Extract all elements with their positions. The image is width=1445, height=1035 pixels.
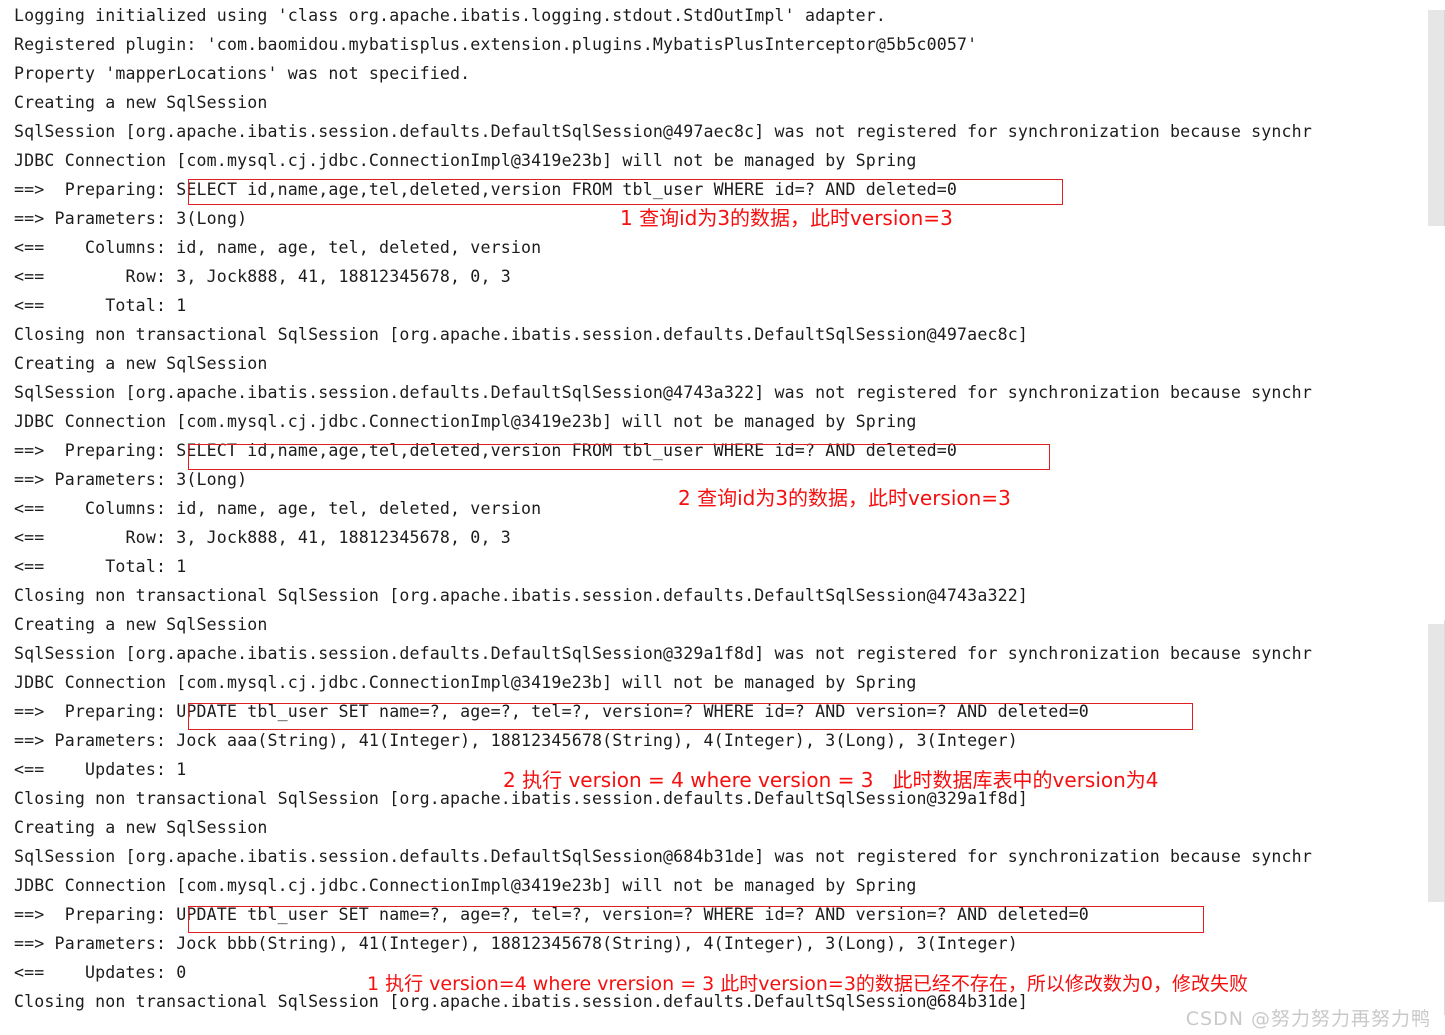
annotation-update-1: 2 执行 version = 4 where version = 3 此时数据库…: [503, 768, 1159, 792]
log-line: Logging initialized using 'class org.apa…: [14, 6, 887, 25]
log-line: <== Columns: id, name, age, tel, deleted…: [14, 238, 542, 257]
annotation-update-2: 1 执行 version=4 where vrersion = 3 此时vers…: [367, 973, 1248, 995]
vertical-scrollbar-thumb-upper[interactable]: [1428, 10, 1445, 226]
log-line: SqlSession [org.apache.ibatis.session.de…: [14, 383, 1312, 402]
log-line: SqlSession [org.apache.ibatis.session.de…: [14, 122, 1312, 141]
console-log-panel: Logging initialized using 'class org.apa…: [0, 0, 1445, 1035]
log-line: JDBC Connection [com.mysql.cj.jdbc.Conne…: [14, 151, 917, 170]
log-line: <== Total: 1: [14, 557, 187, 576]
log-line: Closing non transactional SqlSession [or…: [14, 586, 1029, 605]
log-line-sql: ==> Preparing: UPDATE tbl_user SET name=…: [14, 905, 1089, 924]
annotation-select-2: 2 查询id为3的数据，此时version=3: [678, 486, 1011, 510]
log-line-sql: ==> Preparing: UPDATE tbl_user SET name=…: [14, 702, 1089, 721]
log-line: Property 'mapperLocations' was not speci…: [14, 64, 471, 83]
log-line: SqlSession [org.apache.ibatis.session.de…: [14, 644, 1312, 663]
log-line: ==> Parameters: 3(Long): [14, 209, 248, 228]
vertical-scrollbar-track[interactable]: [1428, 0, 1445, 1035]
log-line: JDBC Connection [com.mysql.cj.jdbc.Conne…: [14, 673, 917, 692]
log-line: ==> Parameters: Jock aaa(String), 41(Int…: [14, 731, 1018, 750]
log-output-area: Logging initialized using 'class org.apa…: [0, 0, 1445, 1035]
log-line: Registered plugin: 'com.baomidou.mybatis…: [14, 35, 978, 54]
log-line: <== Updates: 0: [14, 963, 187, 982]
csdn-watermark: CSDN @努力努力再努力鸭: [1185, 1008, 1431, 1030]
log-line: Creating a new SqlSession: [14, 615, 268, 634]
log-line-sql: ==> Preparing: SELECT id,name,age,tel,de…: [14, 441, 958, 460]
log-line: JDBC Connection [com.mysql.cj.jdbc.Conne…: [14, 876, 917, 895]
log-line: Closing non transactional SqlSession [or…: [14, 325, 1029, 344]
log-line: Closing non transactional SqlSession [or…: [14, 789, 1029, 808]
log-line-sql: ==> Preparing: SELECT id,name,age,tel,de…: [14, 180, 958, 199]
log-line: Creating a new SqlSession: [14, 93, 268, 112]
log-line: <== Total: 1: [14, 296, 187, 315]
vertical-scrollbar-thumb-lower[interactable]: [1428, 624, 1445, 902]
log-line: <== Row: 3, Jock888, 41, 18812345678, 0,…: [14, 528, 511, 547]
log-line: JDBC Connection [com.mysql.cj.jdbc.Conne…: [14, 412, 917, 431]
log-line: ==> Parameters: 3(Long): [14, 470, 248, 489]
log-line: SqlSession [org.apache.ibatis.session.de…: [14, 847, 1312, 866]
log-line: <== Updates: 1: [14, 760, 187, 779]
log-line: Creating a new SqlSession: [14, 818, 268, 837]
log-line: <== Columns: id, name, age, tel, deleted…: [14, 499, 542, 518]
log-line: Creating a new SqlSession: [14, 354, 268, 373]
log-line: <== Row: 3, Jock888, 41, 18812345678, 0,…: [14, 267, 511, 286]
log-line: ==> Parameters: Jock bbb(String), 41(Int…: [14, 934, 1018, 953]
annotation-select-1: 1 查询id为3的数据，此时version=3: [620, 206, 953, 230]
